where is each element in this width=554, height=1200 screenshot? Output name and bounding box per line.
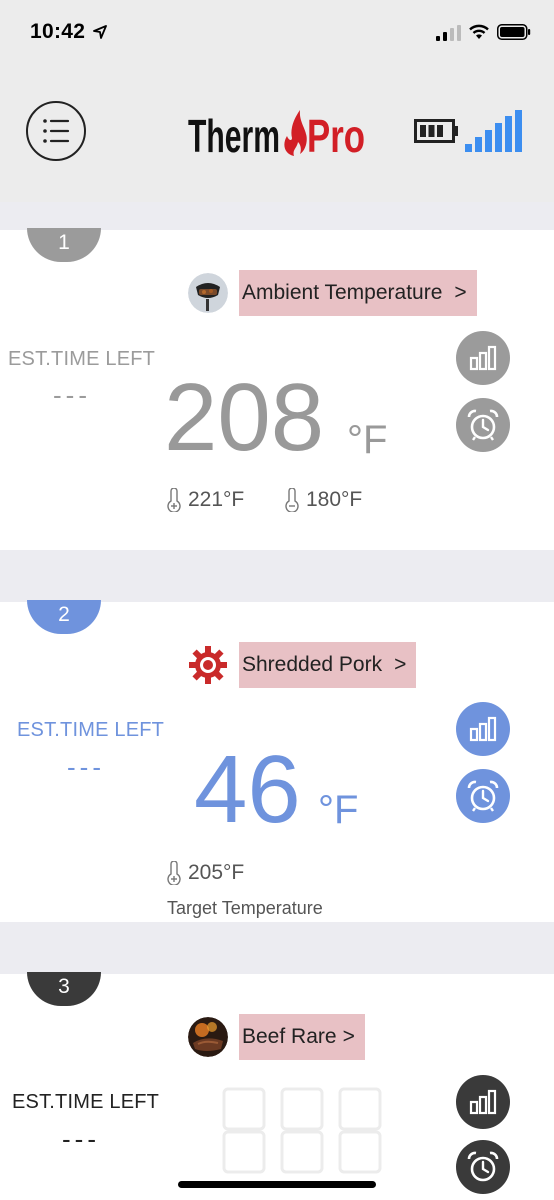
probe-number-badge: 3 bbox=[27, 972, 101, 1006]
thermopro-logo: Therm Pro bbox=[188, 110, 365, 162]
food-name-label[interactable]: Ambient Temperature > bbox=[239, 270, 477, 316]
alarm-clock-icon bbox=[467, 780, 499, 812]
beef-food-image bbox=[188, 1017, 228, 1057]
target-temp-value: 205°F bbox=[188, 861, 245, 884]
thermometer-target-icon bbox=[167, 861, 181, 885]
flame-icon bbox=[284, 110, 307, 156]
est-time-left-value: --- bbox=[53, 380, 91, 410]
est-time-left-value: --- bbox=[62, 1124, 100, 1154]
location-arrow-icon bbox=[93, 25, 107, 39]
est-time-left-label: EST.TIME LEFT bbox=[12, 1091, 160, 1113]
status-bar: 10:42 bbox=[0, 0, 554, 62]
food-name-text: Shredded Pork bbox=[242, 653, 383, 676]
current-temperature: 208 bbox=[164, 364, 325, 471]
food-selector[interactable]: Ambient Temperature > bbox=[188, 270, 477, 316]
food-name-label[interactable]: Shredded Pork > bbox=[239, 642, 417, 688]
high-temp-alarm: 221°F bbox=[166, 488, 244, 512]
status-time: 10:42 bbox=[30, 20, 86, 43]
bar-chart-icon bbox=[469, 1089, 497, 1115]
probe-number-badge: 1 bbox=[27, 228, 101, 262]
alarm-button[interactable] bbox=[456, 398, 510, 452]
temperature-unit: °F bbox=[347, 418, 388, 462]
est-time-left-value: --- bbox=[67, 752, 105, 782]
probe-number-badge: 2 bbox=[27, 600, 101, 634]
menu-button[interactable] bbox=[26, 101, 86, 161]
device-signal-strength-icon bbox=[465, 110, 522, 152]
thermometer-low-icon bbox=[285, 488, 299, 512]
temperature-unit: °F bbox=[318, 788, 359, 832]
food-name-text: Beef Rare bbox=[242, 1025, 337, 1048]
target-temp-caption: Target Temperature bbox=[167, 898, 323, 918]
est-time-left-label: EST.TIME LEFT bbox=[8, 348, 156, 370]
grill-food-image bbox=[188, 273, 228, 313]
device-battery-icon bbox=[414, 119, 458, 143]
chevron-right-icon: > bbox=[394, 653, 407, 676]
graph-button[interactable] bbox=[456, 1075, 510, 1129]
phone-battery-icon bbox=[497, 24, 531, 40]
food-name-text: Ambient Temperature bbox=[242, 281, 443, 304]
current-temperature: 46 bbox=[194, 736, 301, 843]
est-time-left-label: EST.TIME LEFT bbox=[17, 719, 165, 741]
probe-card-2: 2 Shredded Pork > EST.TIME LEFT --- 46 °… bbox=[0, 600, 554, 922]
probe-card-3: 3 Beef Rare > EST.TIME LEFT --- bbox=[0, 972, 554, 1200]
high-temp-value: 221°F bbox=[188, 488, 245, 511]
thermometer-high-icon bbox=[167, 488, 181, 512]
alarm-button[interactable] bbox=[456, 769, 510, 823]
probe-card-1: 1 Ambient Temperature > EST.TIME LEFT ---… bbox=[0, 228, 554, 550]
chevron-right-icon: > bbox=[454, 281, 467, 304]
food-selector[interactable]: Shredded Pork > bbox=[188, 642, 417, 688]
alarm-button[interactable] bbox=[456, 1140, 510, 1194]
svg-text:Pro: Pro bbox=[307, 110, 365, 162]
svg-text:Therm: Therm bbox=[188, 110, 280, 162]
graph-button[interactable] bbox=[456, 702, 510, 756]
chevron-right-icon: > bbox=[342, 1025, 355, 1048]
menu-list-icon bbox=[43, 119, 70, 143]
target-temp: 205°F bbox=[166, 861, 244, 885]
food-name-label[interactable]: Beef Rare > bbox=[239, 1014, 365, 1060]
low-temp-value: 180°F bbox=[306, 488, 363, 511]
bar-chart-icon bbox=[469, 716, 497, 742]
food-selector[interactable]: Beef Rare > bbox=[188, 1014, 365, 1060]
alarm-clock-icon bbox=[467, 409, 499, 441]
low-temp-alarm: 180°F bbox=[284, 488, 362, 512]
alarm-clock-icon bbox=[467, 1151, 499, 1182]
bar-chart-icon bbox=[469, 345, 497, 371]
cellular-signal-icon bbox=[436, 25, 461, 41]
app-header: Therm Pro bbox=[0, 62, 554, 202]
settings-gear-image bbox=[188, 645, 228, 685]
wifi-icon bbox=[469, 24, 489, 39]
graph-button[interactable] bbox=[456, 331, 510, 385]
home-indicator[interactable] bbox=[178, 1181, 376, 1188]
temperature-segment-placeholder bbox=[222, 1087, 382, 1174]
